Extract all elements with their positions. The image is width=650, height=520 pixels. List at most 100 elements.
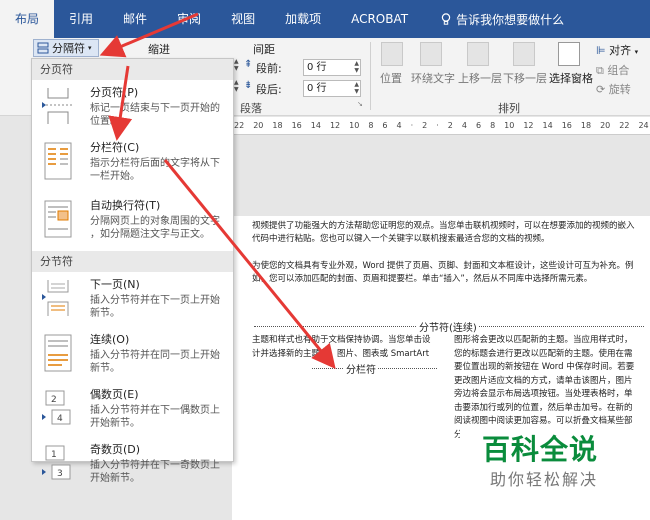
tell-me-text: 告诉我你想要做什么 [456,12,565,27]
ruler-tick: 6 [475,121,482,130]
space-after-label: 段后: [256,83,282,96]
column-break-label: 分栏符 [344,361,378,376]
ruler-tick: 6 [382,121,388,130]
column-break-title: 分栏符(C) [90,141,140,154]
even-page-title: 偶数页(E) [90,388,139,401]
ruler-tick: 4 [461,121,467,130]
group-button[interactable]: ⧉ 组合 [596,62,629,78]
space-after-icon: ⇟ [244,80,253,91]
svg-text:1: 1 [51,450,57,460]
ruler-tick: 10 [504,121,515,130]
menu-item-page-break[interactable]: 分页符(P) 标记一页结束与下一页开始的 位置。 [32,80,233,135]
text-wrapping-desc-line2: ，如分隔题注文字与正文。 [90,229,210,240]
horizontal-ruler[interactable]: 22 20 18 16 14 12 10 8 6 4 · 2 · 2 4 6 8 10 12 14 16 18 20 22 24… [232,117,650,135]
next-page-desc-line2: 新节。 [90,308,120,319]
next-page-icon [42,278,74,318]
paragraph-1[interactable]: 视频提供了功能强大的方法帮助您证明您的观点。当您单击联机视频时，可以在想要添加的… [252,220,642,246]
text-wrapping-icon [42,199,74,239]
tab-addins[interactable]: 加载项 [270,0,336,38]
ruler-tick: 2 [422,121,428,130]
watermark-main: 百科全说 [482,433,599,466]
next-page-desc-line1: 插入分节符并在下一页上开始 [90,295,220,306]
continuous-icon [42,333,74,373]
continuous-desc-line2: 新节。 [90,363,120,374]
tab-view[interactable]: 视图 [216,0,270,38]
spacing-label: 间距 [253,43,275,56]
svg-text:2: 2 [51,395,57,405]
page-break-desc-line2: 位置。 [90,116,120,127]
svg-text:3: 3 [57,469,63,479]
ruler-tick: 2 [447,121,453,130]
text-wrapping-desc-line1: 分隔网页上的对象周围的文字 [90,216,220,227]
continuous-desc-line1: 插入分节符并在同一页上开始 [90,350,220,361]
odd-page-desc-line1: 插入分节符并在下一奇数页上 [90,460,220,471]
breaks-button[interactable]: 分隔符 ▾ [33,39,99,57]
spin-arrows-icon: ▲ ▼ [234,58,239,72]
dialog-launcher-icon[interactable]: ↘ [357,100,363,108]
tab-mailings[interactable]: 邮件 [108,0,162,38]
tab-layout[interactable]: 布局 [0,0,55,38]
tell-me-box[interactable]: 告诉我你想要做什么 [423,11,564,28]
lightbulb-icon [441,12,451,25]
ruler-tick: 20 [600,121,611,130]
selection-pane-icon [558,42,580,66]
ruler-tick: 20 [253,121,264,130]
ruler-tick: 14 [542,121,553,130]
ruler-tick: 12 [329,121,341,130]
text-wrapping-title: 自动换行符(T) [90,199,161,212]
position-button[interactable]: 位置 [380,70,402,86]
odd-page-icon: 13 [42,443,74,483]
section-breaks-header: 分节符 [32,251,233,272]
ruler-tick: 10 [349,121,360,130]
ruler-tick: · [410,121,414,130]
tab-acrobat[interactable]: ACROBAT [336,0,423,38]
space-before-input[interactable]: 0 行 ▲ ▼ [303,59,361,76]
space-before-value: 0 行 [307,62,327,73]
space-before-icon: ⇞ [244,59,253,70]
group-divider [370,42,371,110]
continuous-title: 连续(O) [90,333,130,346]
ruler-tick: 12 [523,121,534,130]
page-break-icon [42,86,74,126]
spin-arrows-icon[interactable]: ▲ ▼ [354,60,359,74]
next-page-title: 下一页(N) [90,278,140,291]
menu-item-even-page[interactable]: 24 偶数页(E) 插入分节符并在下一偶数页上 开始新节。 [32,382,233,437]
menu-item-next-page[interactable]: 下一页(N) 插入分节符并在下一页上开始 新节。 [32,272,233,327]
column-break-desc-line1: 指示分栏符后面的文字将从下 [90,158,220,169]
page-break-desc-line1: 标记一页结束与下一页开始的 [90,103,220,114]
spin-arrows-icon[interactable]: ▲ ▼ [354,81,359,95]
ruler-tick: 18 [272,121,283,130]
column-break-icon [42,141,74,181]
space-after-input[interactable]: 0 行 ▲ ▼ [303,80,361,97]
rotate-button[interactable]: ⟳ 旋转 [596,81,631,97]
selection-pane-button[interactable]: 选择窗格 [549,70,593,86]
wrap-text-icon [420,42,442,66]
space-before-label: 段前: [256,62,282,75]
menu-item-odd-page[interactable]: 13 奇数页(D) 插入分节符并在下一奇数页上 开始新节。 [32,437,233,492]
paragraph-group-label: 段落 [240,102,262,115]
ruler-tick: 16 [561,121,572,130]
chevron-down-icon: ▾ [634,48,639,56]
odd-page-title: 奇数页(D) [90,443,141,456]
wrap-text-button[interactable]: 环绕文字 [411,70,455,86]
tab-references[interactable]: 引用 [54,0,108,38]
paragraph-2[interactable]: 为使您的文档具有专业外观，Word 提供了页眉、页脚、封面和文本框设计，这些设计… [252,260,642,286]
odd-page-desc-line2: 开始新节。 [90,473,140,484]
ruler-tick: 8 [368,121,374,130]
send-backward-icon [513,42,535,66]
ruler-tick: · [436,121,439,130]
even-page-desc-line2: 开始新节。 [90,418,140,429]
even-page-desc-line1: 插入分节符并在下一偶数页上 [90,405,220,416]
menu-item-text-wrapping-break[interactable]: 自动换行符(T) 分隔网页上的对象周围的文字 ，如分隔题注文字与正文。 [32,193,233,251]
ruler-tick: 16 [291,121,302,130]
tab-review[interactable]: 审阅 [162,0,216,38]
rotate-label: 旋转 [608,83,631,96]
svg-text:4: 4 [57,414,63,424]
bring-forward-button[interactable]: 上移一层 [458,70,502,86]
align-button[interactable]: ⊫ 对齐 ▾ [596,42,638,58]
menu-item-column-break[interactable]: 分栏符(C) 指示分栏符后面的文字将从下 一栏开始。 [32,135,233,193]
arrange-group-label: 排列 [498,102,520,115]
indent-label: 缩进 [148,43,170,56]
menu-item-continuous[interactable]: 连续(O) 插入分节符并在同一页上开始 新节。 [32,327,233,382]
send-backward-button[interactable]: 下移一层 [503,70,547,86]
